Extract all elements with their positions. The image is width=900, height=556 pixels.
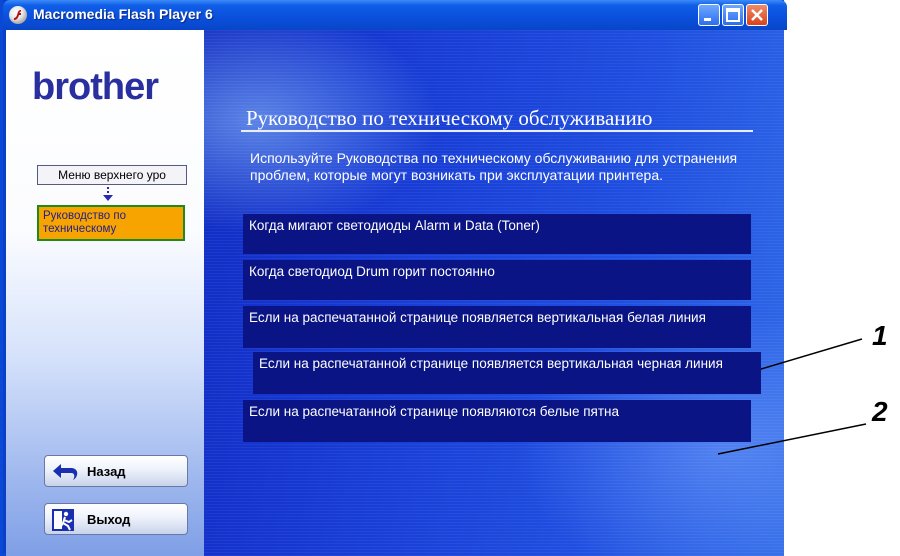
option-drum-led[interactable]: Когда светодиод Drum горит постоянно <box>243 260 751 300</box>
option-black-line[interactable]: Если на распечатанной странице появляетс… <box>253 352 761 394</box>
back-button-label: Назад <box>87 464 126 479</box>
option-white-spots[interactable]: Если на распечатанной странице появляютс… <box>243 400 751 442</box>
page-title: Руководство по техническому обслуживанию <box>246 106 653 130</box>
sidebar: brother Меню верхнего уро Руководство по… <box>6 30 204 556</box>
down-arrow-icon <box>103 187 113 201</box>
callout-1: 1 <box>872 320 888 351</box>
intro-text: Используйте Руководства по техническому … <box>250 150 738 183</box>
back-arrow-icon <box>53 464 78 480</box>
nav-top-menu[interactable]: Меню верхнего уро <box>37 165 187 185</box>
title-divider <box>241 130 753 132</box>
option-alarm-data-leds[interactable]: Когда мигают светодиоды Alarm и Data (To… <box>243 214 751 254</box>
exit-door-icon <box>52 509 74 531</box>
back-button[interactable]: Назад <box>44 455 188 487</box>
brother-logo: brother <box>32 66 159 108</box>
exit-button[interactable]: Выход <box>44 503 188 535</box>
nav-current-page[interactable]: Руководство по техническому <box>37 205 185 241</box>
exit-button-label: Выход <box>87 512 131 527</box>
callout-2: 2 <box>872 396 888 427</box>
option-white-line[interactable]: Если на распечатанной странице появляетс… <box>243 306 751 348</box>
